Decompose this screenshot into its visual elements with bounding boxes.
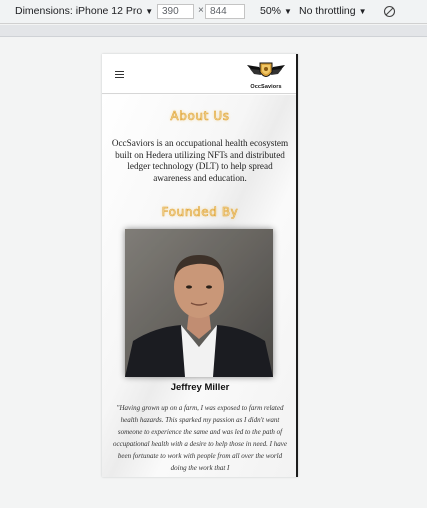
- logo-text: OccSaviors: [250, 84, 282, 90]
- about-us-text: OccSaviors is an occupational health eco…: [111, 138, 289, 183]
- dimension-times-symbol: ×: [198, 5, 204, 16]
- caret-down-icon: ▼: [284, 6, 292, 16]
- throttle-label: No throttling: [299, 5, 356, 17]
- hamburger-menu-icon[interactable]: [115, 71, 124, 78]
- founder-portrait: [125, 229, 273, 377]
- site-header: OccSaviors: [102, 54, 298, 94]
- viewport-scroll-edge: [296, 54, 298, 477]
- width-input[interactable]: 390: [157, 4, 194, 19]
- rotate-icon[interactable]: [383, 5, 396, 18]
- site-logo[interactable]: OccSaviors: [245, 59, 287, 90]
- device-ruler: [0, 25, 427, 37]
- phone-viewport: OccSaviors About Us OccSaviors is an occ…: [102, 54, 298, 477]
- page-content: About Us OccSaviors is an occupational h…: [102, 95, 298, 477]
- founded-by-heading: Founded By: [161, 205, 239, 220]
- caret-down-icon: ▼: [358, 6, 367, 16]
- device-selector[interactable]: Dimensions: iPhone 12 Pro ▼: [15, 5, 153, 17]
- zoom-label: 50%: [260, 5, 282, 17]
- devtools-device-toolbar: Dimensions: iPhone 12 Pro ▼ 390 × 844 50…: [0, 0, 427, 24]
- founder-photo: [125, 229, 273, 377]
- founder-name: Jeffrey Miller: [170, 382, 230, 393]
- device-label: Dimensions: iPhone 12 Pro: [15, 5, 143, 17]
- winged-shield-logo-icon: [247, 62, 285, 77]
- throttling-selector[interactable]: No throttling ▼: [299, 5, 367, 17]
- founder-quote: "Having grown up on a farm, I was expose…: [113, 404, 287, 472]
- zoom-selector[interactable]: 50% ▼: [260, 5, 292, 17]
- about-us-heading: About Us: [170, 109, 230, 124]
- height-input[interactable]: 844: [205, 4, 245, 19]
- caret-down-icon: ▼: [145, 6, 154, 16]
